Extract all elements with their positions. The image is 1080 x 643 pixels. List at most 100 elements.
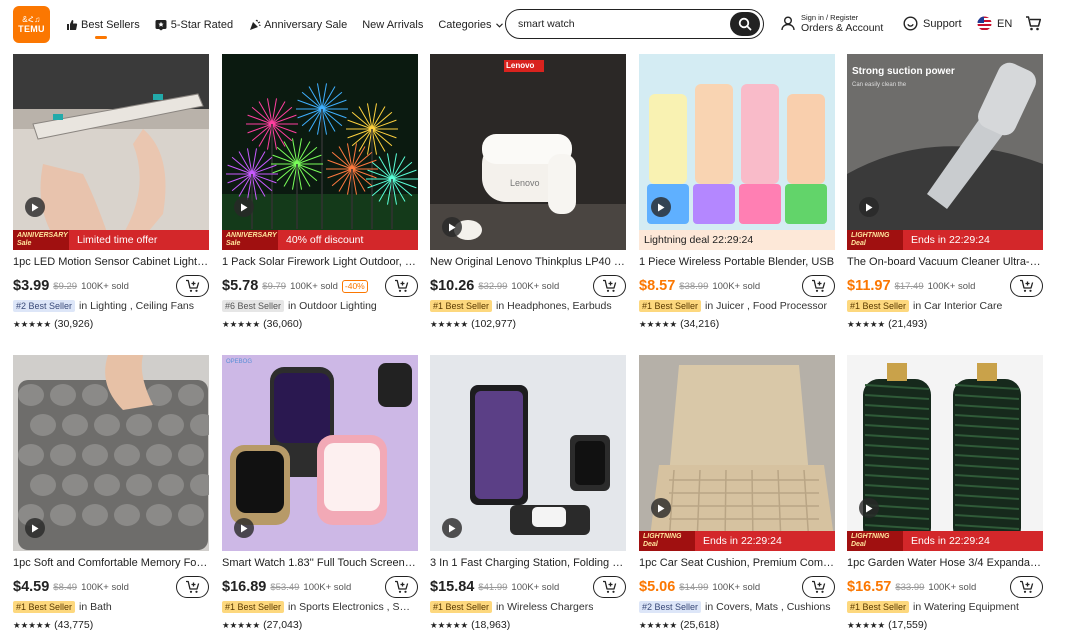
add-to-cart-button[interactable] [385,275,418,297]
category-link[interactable]: in Bath [79,601,112,613]
nav-5-star-rated[interactable]: 5-Star Rated [155,15,233,35]
product-card[interactable]: LIGHTNING Deal Ends in 22:29:24 1pc Car Se… [639,355,835,635]
product-title[interactable]: 1pc Soft and Comfortable Memory Foam Bat… [13,557,209,569]
product-card[interactable]: OPEBOG Smart Watch 1.83'' Full Touch Scre… [222,355,418,635]
play-video-button[interactable] [25,197,45,217]
category-link[interactable]: in Headphones, Earbuds [496,300,612,312]
vacuum-image[interactable]: Strong suction power Can easily clean the [847,54,1043,250]
category-link[interactable]: in Wireless Chargers [496,601,593,613]
play-video-button[interactable] [442,518,462,538]
product-title[interactable]: New Original Lenovo Thinkplus LP40 Wirel… [430,256,626,268]
category-link[interactable]: in Juicer , Food Processor [705,300,827,312]
rating-row[interactable]: ★★★★★ (36,060) [222,318,302,330]
product-title[interactable]: 3 In 1 Fast Charging Station, Folding St… [430,557,626,569]
product-title[interactable]: The On-board Vacuum Cleaner Ultra-Light [847,256,1043,268]
add-to-cart-button[interactable] [593,275,626,297]
product-title[interactable]: 1 Pack Solar Firework Light Outdoor, Lig… [222,256,418,268]
seat-cushion-image[interactable] [639,355,835,551]
rating-row[interactable]: ★★★★★ (34,216) [639,318,719,330]
rank-row: #2 Best Seller in Lighting , Ceiling Fan… [13,300,209,312]
best-seller-badge[interactable]: #1 Best Seller [847,300,910,312]
rating-row[interactable]: ★★★★★ (18,963) [430,619,510,631]
search-bar [505,9,764,39]
review-count: (21,493) [888,318,928,330]
category-link[interactable]: in Watering Equipment [913,601,1019,613]
add-to-cart-button[interactable] [385,576,418,598]
product-title[interactable]: 1 Piece Wireless Portable Blender, USB [639,256,835,268]
product-card[interactable]: Lenovo Lenovo New Original Lenovo Thinkplu… [430,54,626,334]
product-card[interactable]: 3 In 1 Fast Charging Station, Folding St… [430,355,626,635]
category-link[interactable]: in Lighting , Ceiling Fans [79,300,194,312]
nav-best-sellers[interactable]: Best Sellers [65,15,140,39]
play-video-button[interactable] [234,197,254,217]
best-seller-badge[interactable]: #2 Best Seller [639,601,702,613]
garden-hose-image[interactable] [847,355,1043,551]
current-price: $5.78 [222,278,259,294]
current-price: $16.57 [847,579,892,595]
best-seller-badge[interactable]: #1 Best Seller [430,601,493,613]
rating-row[interactable]: ★★★★★ (17,559) [847,619,927,631]
temu-logo[interactable]: &Հ♫ TEMU [13,6,50,43]
promo-text: Limited time offer [77,234,158,246]
star-rating-icon: ★★★★★ [847,619,886,630]
product-title[interactable]: Smart Watch 1.83'' Full Touch Screen: Fi… [222,557,418,569]
best-seller-badge[interactable]: #1 Best Seller [222,601,285,613]
product-card[interactable]: ANNIVERSARY Sale 40% off discount 1 Pack S… [222,54,418,334]
best-seller-badge[interactable]: #1 Best Seller [847,601,910,613]
add-to-cart-button[interactable] [1010,275,1043,297]
nav-categories[interactable]: Categories [438,15,503,35]
product-title[interactable]: 1pc LED Motion Sensor Cabinet Light, USB… [13,256,209,268]
add-to-cart-button[interactable] [176,576,209,598]
add-to-cart-button[interactable] [802,275,835,297]
play-video-button[interactable] [234,518,254,538]
rating-row[interactable]: ★★★★★ (102,977) [430,318,516,330]
play-video-button[interactable] [442,217,462,237]
current-price: $4.59 [13,579,50,595]
rating-row[interactable]: ★★★★★ (30,926) [13,318,93,330]
best-seller-badge[interactable]: #1 Best Seller [639,300,702,312]
best-seller-badge[interactable]: #2 Best Seller [13,300,76,312]
play-video-button[interactable] [25,518,45,538]
play-video-button[interactable] [859,197,879,217]
add-to-cart-button[interactable] [176,275,209,297]
category-link[interactable]: in Car Interior Care [913,300,1002,312]
sold-count: 100K+ sold [81,280,129,292]
category-link[interactable]: in Outdoor Lighting [288,300,377,312]
product-title[interactable]: 1pc Car Seat Cushion, Premium Comfort [639,557,835,569]
cart-button[interactable] [1025,15,1042,37]
rank-row: #1 Best Seller in Wireless Chargers [430,601,626,613]
category-link[interactable]: in Covers, Mats , Cushions [705,601,830,613]
search-input[interactable] [518,14,718,34]
add-to-cart-button[interactable] [1010,576,1043,598]
language-selector[interactable]: EN [977,16,1012,31]
firework-light-image[interactable] [222,54,418,250]
lightning-deal-banner: Lightning deal 22:29:24 [639,230,835,250]
play-video-button[interactable] [651,498,671,518]
cabinet-light-image[interactable] [13,54,209,250]
product-title[interactable]: 1pc Garden Water Hose 3/4 Expandable [847,557,1043,569]
rank-row: #6 Best Seller in Outdoor Lighting [222,300,418,312]
play-video-button[interactable] [651,197,671,217]
rating-row[interactable]: ★★★★★ (43,775) [13,619,93,631]
category-link[interactable]: in Sports Electronics , Smart [288,601,418,613]
product-card[interactable]: 1pc Soft and Comfortable Memory Foam Bat… [13,355,209,635]
best-seller-badge[interactable]: #1 Best Seller [430,300,493,312]
account-link[interactable]: Sign in / Register Orders & Account [781,13,883,34]
add-to-cart-button[interactable] [802,576,835,598]
product-card[interactable]: Strong suction power Can easily clean the… [847,54,1043,334]
best-seller-badge[interactable]: #6 Best Seller [222,300,285,312]
product-card[interactable]: ANNIVERSARY Sale Limited time offer 1pc LE… [13,54,209,334]
nav-anniversary-sale[interactable]: Anniversary Sale [248,15,347,35]
best-seller-badge[interactable]: #1 Best Seller [13,601,76,613]
search-button[interactable] [730,12,760,36]
product-card[interactable]: Lightning deal 22:29:24 1 Piece Wireless … [639,54,835,334]
support-link[interactable]: Support [903,16,962,31]
rating-row[interactable]: ★★★★★ (21,493) [847,318,927,330]
nav-new-arrivals[interactable]: New Arrivals [362,15,423,35]
rating-row[interactable]: ★★★★★ (27,043) [222,619,302,631]
product-card[interactable]: LIGHTNING Deal Ends in 22:29:24 1pc Garden… [847,355,1043,635]
blender-image[interactable] [639,54,835,250]
play-video-button[interactable] [859,498,879,518]
rating-row[interactable]: ★★★★★ (25,618) [639,619,719,631]
add-to-cart-button[interactable] [593,576,626,598]
